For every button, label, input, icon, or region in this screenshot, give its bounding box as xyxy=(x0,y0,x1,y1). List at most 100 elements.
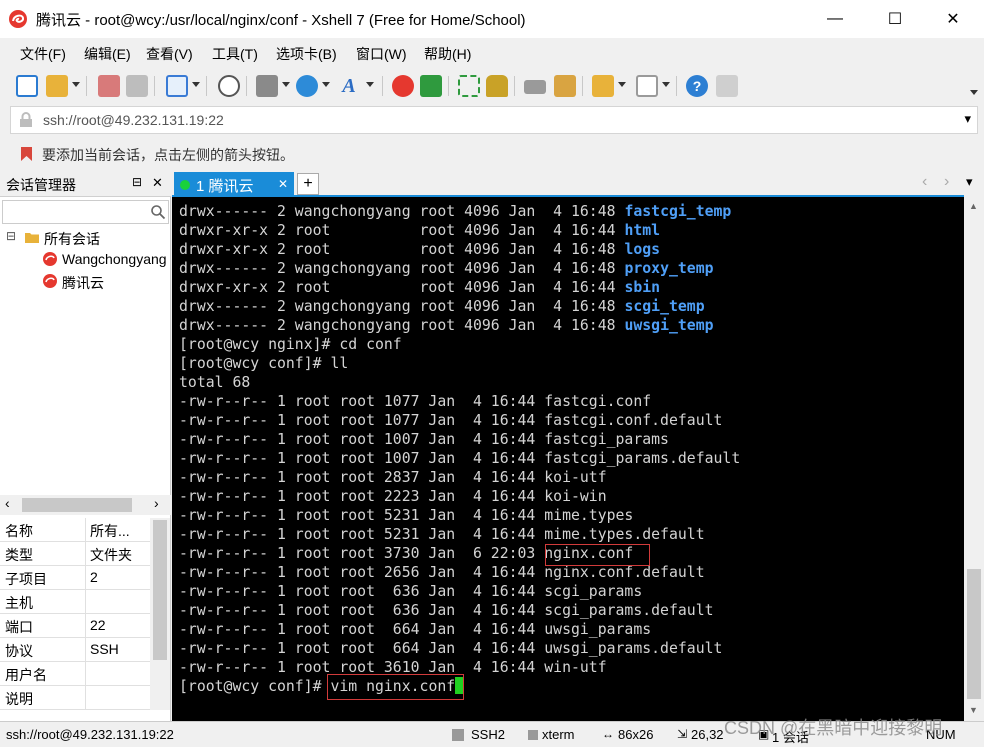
terminal-scrollbar[interactable]: ▲ ▼ xyxy=(964,197,984,721)
scroll-left-icon[interactable]: ‹ xyxy=(5,495,10,511)
session-icon xyxy=(43,252,57,266)
disconnect-icon[interactable] xyxy=(98,75,120,97)
tab-prev-icon[interactable]: ‹ xyxy=(922,173,927,191)
fullscreen-icon[interactable] xyxy=(458,75,480,97)
xftp-icon[interactable] xyxy=(420,75,442,97)
chevron-down-icon[interactable] xyxy=(72,82,80,87)
property-value: 2 xyxy=(90,569,98,585)
pin-icon[interactable]: ⊟ xyxy=(132,175,142,189)
terminal-line: drwxr-xr-x 2 root root 4096 Jan 4 16:48 … xyxy=(179,240,660,259)
compose-icon[interactable] xyxy=(592,75,614,97)
session-search-input[interactable] xyxy=(2,200,169,224)
property-value: 所有... xyxy=(90,523,130,539)
address-dropdown-icon[interactable]: ▾ xyxy=(964,111,971,127)
chevron-down-icon[interactable] xyxy=(662,82,670,87)
connected-status-icon xyxy=(180,180,190,190)
column-divider xyxy=(85,542,86,566)
font-icon[interactable]: A xyxy=(338,75,360,97)
scroll-down-icon[interactable]: ▼ xyxy=(969,705,978,715)
lock-icon xyxy=(20,112,32,127)
terminal-line: -rw-r--r-- 1 root root 2837 Jan 4 16:44 … xyxy=(179,469,607,486)
menu-view[interactable]: 查看(V) xyxy=(146,44,193,64)
column-divider xyxy=(85,662,86,686)
scroll-up-icon[interactable]: ▲ xyxy=(969,201,978,211)
vertical-scrollbar[interactable] xyxy=(150,518,170,710)
minimize-button[interactable]: — xyxy=(812,0,858,38)
column-divider xyxy=(85,686,86,710)
open-folder-icon[interactable] xyxy=(46,75,68,97)
close-panel-icon[interactable]: ✕ xyxy=(152,175,163,191)
tab-list-icon[interactable]: ▾ xyxy=(966,174,973,190)
xshell-icon[interactable] xyxy=(392,75,414,97)
chevron-down-icon[interactable] xyxy=(618,82,626,87)
tree-collapse-icon[interactable]: ⊟ xyxy=(6,229,16,243)
xshell-logo-icon xyxy=(9,10,27,28)
toolbar: A ? xyxy=(0,68,984,104)
toolbar-divider xyxy=(246,76,247,96)
highlight-pen-icon[interactable] xyxy=(554,75,576,97)
chevron-down-icon[interactable] xyxy=(366,82,374,87)
directory-name: uwsgi_temp xyxy=(624,317,714,334)
lock-icon[interactable] xyxy=(486,75,508,97)
address-input[interactable]: ssh://root@49.232.131.19:22 xyxy=(43,112,224,128)
scroll-right-icon[interactable]: › xyxy=(154,495,159,511)
menu-tabs[interactable]: 选项卡(B) xyxy=(276,44,337,64)
maximize-button[interactable]: ☐ xyxy=(872,0,918,38)
terminal-line: -rw-r--r-- 1 root root 1007 Jan 4 16:44 … xyxy=(179,431,669,448)
tree-item-session[interactable]: Wangchongyang xyxy=(62,251,170,267)
terminal-output[interactable]: drwx------ 2 wangchongyang root 4096 Jan… xyxy=(172,197,964,721)
listing-attributes: drwx------ 2 wangchongyang root 4096 Jan… xyxy=(179,203,625,220)
scrollbar-thumb[interactable] xyxy=(22,498,132,512)
property-value: SSH xyxy=(90,641,119,657)
menu-window[interactable]: 窗口(W) xyxy=(356,44,407,64)
tab-next-icon[interactable]: › xyxy=(944,173,949,191)
properties-icon[interactable] xyxy=(166,75,188,97)
layout-icon[interactable] xyxy=(636,75,658,97)
property-value: 22 xyxy=(90,617,106,633)
find-icon[interactable] xyxy=(218,75,240,97)
chevron-down-icon[interactable] xyxy=(192,82,200,87)
listing-attributes: drwx------ 2 wangchongyang root 4096 Jan… xyxy=(179,260,625,277)
new-tab-button[interactable]: + xyxy=(297,173,319,195)
terminal-line: -rw-r--r-- 1 root root 1077 Jan 4 16:44 … xyxy=(179,412,723,429)
reconnect-icon[interactable] xyxy=(126,75,148,97)
tab-session-1[interactable]: 1 腾讯云 ✕ xyxy=(174,172,294,197)
globe-icon[interactable] xyxy=(296,75,318,97)
close-tab-icon[interactable]: ✕ xyxy=(278,177,288,191)
terminal-line: drwx------ 2 wangchongyang root 4096 Jan… xyxy=(179,259,714,278)
prompt-text: [root@wcy conf]# xyxy=(179,678,331,695)
tab-strip: 1 腾讯云 ✕ + ‹ › ▾ xyxy=(172,170,984,197)
menu-help[interactable]: 帮助(H) xyxy=(424,44,471,64)
close-button[interactable]: ✕ xyxy=(930,0,976,38)
column-divider xyxy=(85,638,86,662)
tree-item-session[interactable]: 腾讯云 xyxy=(62,273,104,293)
status-term-type: xterm xyxy=(542,727,575,742)
keyboard-icon[interactable] xyxy=(524,80,546,94)
listing-attributes: drwx------ 2 wangchongyang root 4096 Jan… xyxy=(179,298,625,315)
status-connection: ssh://root@49.232.131.19:22 xyxy=(6,727,174,742)
menu-tools[interactable]: 工具(T) xyxy=(212,44,258,64)
menu-file[interactable]: 文件(F) xyxy=(20,44,66,64)
chat-icon[interactable] xyxy=(716,75,738,97)
scrollbar-thumb[interactable] xyxy=(967,569,981,699)
table-row: 说明 xyxy=(0,686,150,710)
listing-attributes: drwxr-xr-x 2 root root 4096 Jan 4 16:44 xyxy=(179,222,625,239)
property-key: 协议 xyxy=(5,643,33,659)
table-row: 主机 xyxy=(0,590,150,614)
toolbar-overflow-icon[interactable] xyxy=(970,90,978,95)
toolbar-divider xyxy=(582,76,583,96)
chevron-down-icon[interactable] xyxy=(282,82,290,87)
search-icon[interactable] xyxy=(150,204,166,220)
horizontal-scrollbar[interactable]: ‹ › xyxy=(0,495,171,515)
transfer-icon[interactable] xyxy=(256,75,278,97)
toolbar-divider xyxy=(514,76,515,96)
help-icon[interactable]: ? xyxy=(686,75,708,97)
new-session-icon[interactable] xyxy=(16,75,38,97)
toolbar-divider xyxy=(206,76,207,96)
menu-edit[interactable]: 编辑(E) xyxy=(84,44,131,64)
scrollbar-thumb[interactable] xyxy=(153,520,167,660)
chevron-down-icon[interactable] xyxy=(322,82,330,87)
bookmark-arrow-icon[interactable] xyxy=(18,145,36,163)
tree-root-all-sessions[interactable]: 所有会话 xyxy=(44,229,100,249)
address-bar[interactable]: ssh://root@49.232.131.19:22 ▾ xyxy=(10,106,978,134)
